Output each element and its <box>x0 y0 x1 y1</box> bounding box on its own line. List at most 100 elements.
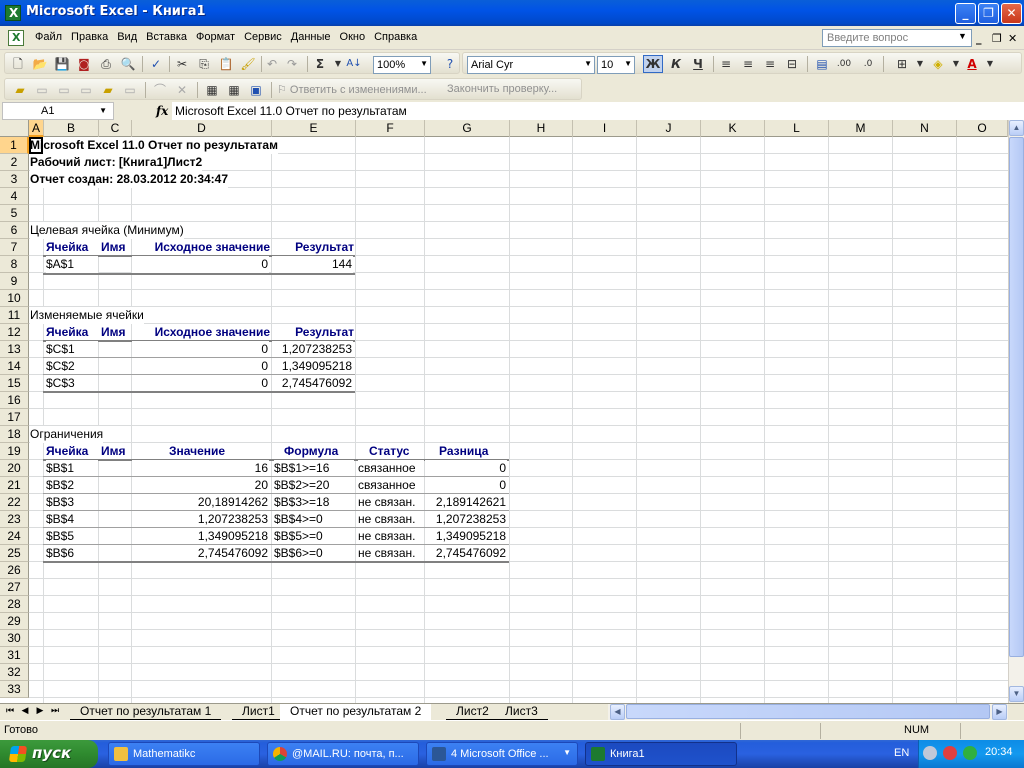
constraints-section-title[interactable]: Ограничения <box>30 426 104 443</box>
font-size-dropdown-icon[interactable]: ▼ <box>624 59 632 68</box>
report-worksheet[interactable]: Рабочий лист: [Книга1]Лист2 <box>30 154 203 171</box>
delete-comment-icon[interactable]: ✕ <box>173 82 191 98</box>
print-preview-icon[interactable]: 🔍 <box>119 56 137 72</box>
scroll-left-button[interactable]: ◀ <box>610 704 625 720</box>
constraint-cell[interactable]: $B$6 <box>46 545 98 562</box>
target-header-cell[interactable]: Ячейка <box>46 239 100 256</box>
row-header[interactable]: 21 <box>0 477 29 494</box>
font-color-icon[interactable]: A <box>963 56 981 72</box>
changing-row-result[interactable]: 2,745476092 <box>272 375 353 392</box>
close-button[interactable]: ✕ <box>1001 3 1022 24</box>
column-header[interactable]: M <box>829 120 893 137</box>
taskbar-item[interactable]: 4 Microsoft Office ... ▼ <box>426 742 578 766</box>
constraint-formula[interactable]: $B$4>=0 <box>274 511 354 528</box>
menu-window[interactable]: Окно <box>339 31 374 43</box>
column-header[interactable]: G <box>425 120 510 137</box>
column-header[interactable]: C <box>99 120 132 137</box>
prev-sheet-icon[interactable]: ◀ <box>18 705 32 716</box>
doc-restore-button[interactable]: ❐ <box>992 32 1002 45</box>
constraint-formula[interactable]: $B$1>=16 <box>274 460 354 477</box>
row-header[interactable]: 18 <box>0 426 29 443</box>
constraint-value[interactable]: 2,745476092 <box>132 545 269 562</box>
changing-row-result[interactable]: 1,207238253 <box>272 341 353 358</box>
taskbar-item-active[interactable]: Книга1 <box>585 742 737 766</box>
row-header[interactable]: 27 <box>0 579 29 596</box>
currency-icon[interactable]: ▤ <box>813 56 831 72</box>
zoom-select[interactable]: 100% ▼ <box>373 56 431 74</box>
cut-icon[interactable]: ✂ <box>173 56 191 72</box>
changing-row-cell[interactable]: $C$2 <box>46 358 98 375</box>
row-header[interactable]: 28 <box>0 596 29 613</box>
row-header[interactable]: 19 <box>0 443 29 460</box>
constraint-status[interactable]: не связан. <box>358 528 424 545</box>
permission-icon[interactable]: ◙ <box>75 56 93 72</box>
constraint-diff[interactable]: 2,745476092 <box>425 545 507 562</box>
menu-tools[interactable]: Сервис <box>243 31 290 43</box>
underline-button[interactable]: Ч <box>689 56 707 72</box>
constraint-diff[interactable]: 1,349095218 <box>425 528 507 545</box>
select-all-corner[interactable] <box>0 120 29 137</box>
start-button[interactable]: пуск <box>0 740 98 768</box>
constraints-header-name[interactable]: Имя <box>101 443 131 460</box>
constraint-cell[interactable]: $B$1 <box>46 460 98 477</box>
sheet-tab[interactable]: Лист1 <box>232 704 285 720</box>
help-icon[interactable]: ? <box>441 56 459 72</box>
row-header[interactable]: 6 <box>0 222 29 239</box>
changing-header-name[interactable]: Имя <box>101 324 131 341</box>
target-header-name[interactable]: Имя <box>101 239 131 256</box>
row-header[interactable]: 29 <box>0 613 29 630</box>
menu-format[interactable]: Формат <box>195 31 243 43</box>
redo-icon[interactable]: ↷ <box>283 56 301 72</box>
column-header[interactable]: J <box>637 120 701 137</box>
constraint-value[interactable]: 16 <box>132 460 269 477</box>
column-header[interactable]: O <box>957 120 1008 137</box>
changing-row-initial[interactable]: 0 <box>132 358 269 375</box>
changing-header-cell[interactable]: Ячейка <box>46 324 100 341</box>
constraint-status[interactable]: не связан. <box>358 545 424 562</box>
row-header[interactable]: 14 <box>0 358 29 375</box>
help-search-input[interactable]: Введите вопрос <box>822 29 972 47</box>
align-left-icon[interactable]: ≡ <box>717 56 735 72</box>
constraints-header-diff[interactable]: Разница <box>439 443 509 460</box>
workbook-icon[interactable] <box>8 30 24 46</box>
row-header[interactable]: 17 <box>0 409 29 426</box>
decrease-decimal-icon[interactable]: .0 <box>859 56 877 72</box>
row-header[interactable]: 12 <box>0 324 29 341</box>
row-header[interactable]: 11 <box>0 307 29 324</box>
track-changes-icon[interactable]: ▦ <box>203 82 221 98</box>
constraint-cell[interactable]: $B$2 <box>46 477 98 494</box>
constraint-status[interactable]: связанное <box>358 460 424 477</box>
align-right-icon[interactable]: ≡ <box>761 56 779 72</box>
constraint-formula[interactable]: $B$2>=20 <box>274 477 354 494</box>
sort-ascending-icon[interactable]: A↓ <box>345 56 363 72</box>
changing-row-result[interactable]: 1,349095218 <box>272 358 353 375</box>
horizontal-scrollbar[interactable]: ◀ ▶ <box>608 704 1008 720</box>
font-name-select[interactable]: Arial Cyr ▼ <box>467 56 595 74</box>
zoom-dropdown-icon[interactable]: ▼ <box>420 59 428 68</box>
worksheet-grid[interactable]: Microsoft Excel 11.0 Отчет по результата… <box>29 137 1008 703</box>
constraint-cell[interactable]: $B$5 <box>46 528 98 545</box>
constraint-diff[interactable]: 1,207238253 <box>425 511 507 528</box>
constraints-header-cell[interactable]: Ячейка <box>46 443 100 460</box>
italic-button[interactable]: К <box>667 56 685 72</box>
next-sheet-icon[interactable]: ▶ <box>33 705 47 716</box>
constraint-cell[interactable]: $B$3 <box>46 494 98 511</box>
row-header[interactable]: 30 <box>0 630 29 647</box>
font-size-select[interactable]: 10 ▼ <box>597 56 635 74</box>
open-icon[interactable]: 📂 <box>31 56 49 72</box>
format-painter-icon[interactable]: 🖌 <box>239 56 257 72</box>
row-header[interactable]: 15 <box>0 375 29 392</box>
excel-app-icon[interactable] <box>5 5 21 21</box>
target-section-title[interactable]: Целевая ячейка (Минимум) <box>30 222 184 239</box>
reply-with-changes-button[interactable]: ⚐ Ответить с изменениями... <box>277 83 427 96</box>
copy-icon[interactable]: ⎘ <box>195 56 213 72</box>
constraint-value[interactable]: 1,349095218 <box>132 528 269 545</box>
column-header[interactable]: D <box>132 120 272 137</box>
help-dropdown-icon[interactable]: ▼ <box>958 31 967 41</box>
row-header[interactable]: 16 <box>0 392 29 409</box>
row-header[interactable]: 10 <box>0 290 29 307</box>
folder-icon[interactable]: ▰ <box>11 82 29 98</box>
first-sheet-icon[interactable]: ⏮ <box>3 705 17 716</box>
menu-edit[interactable]: Правка <box>70 31 116 43</box>
row-header[interactable]: 20 <box>0 460 29 477</box>
